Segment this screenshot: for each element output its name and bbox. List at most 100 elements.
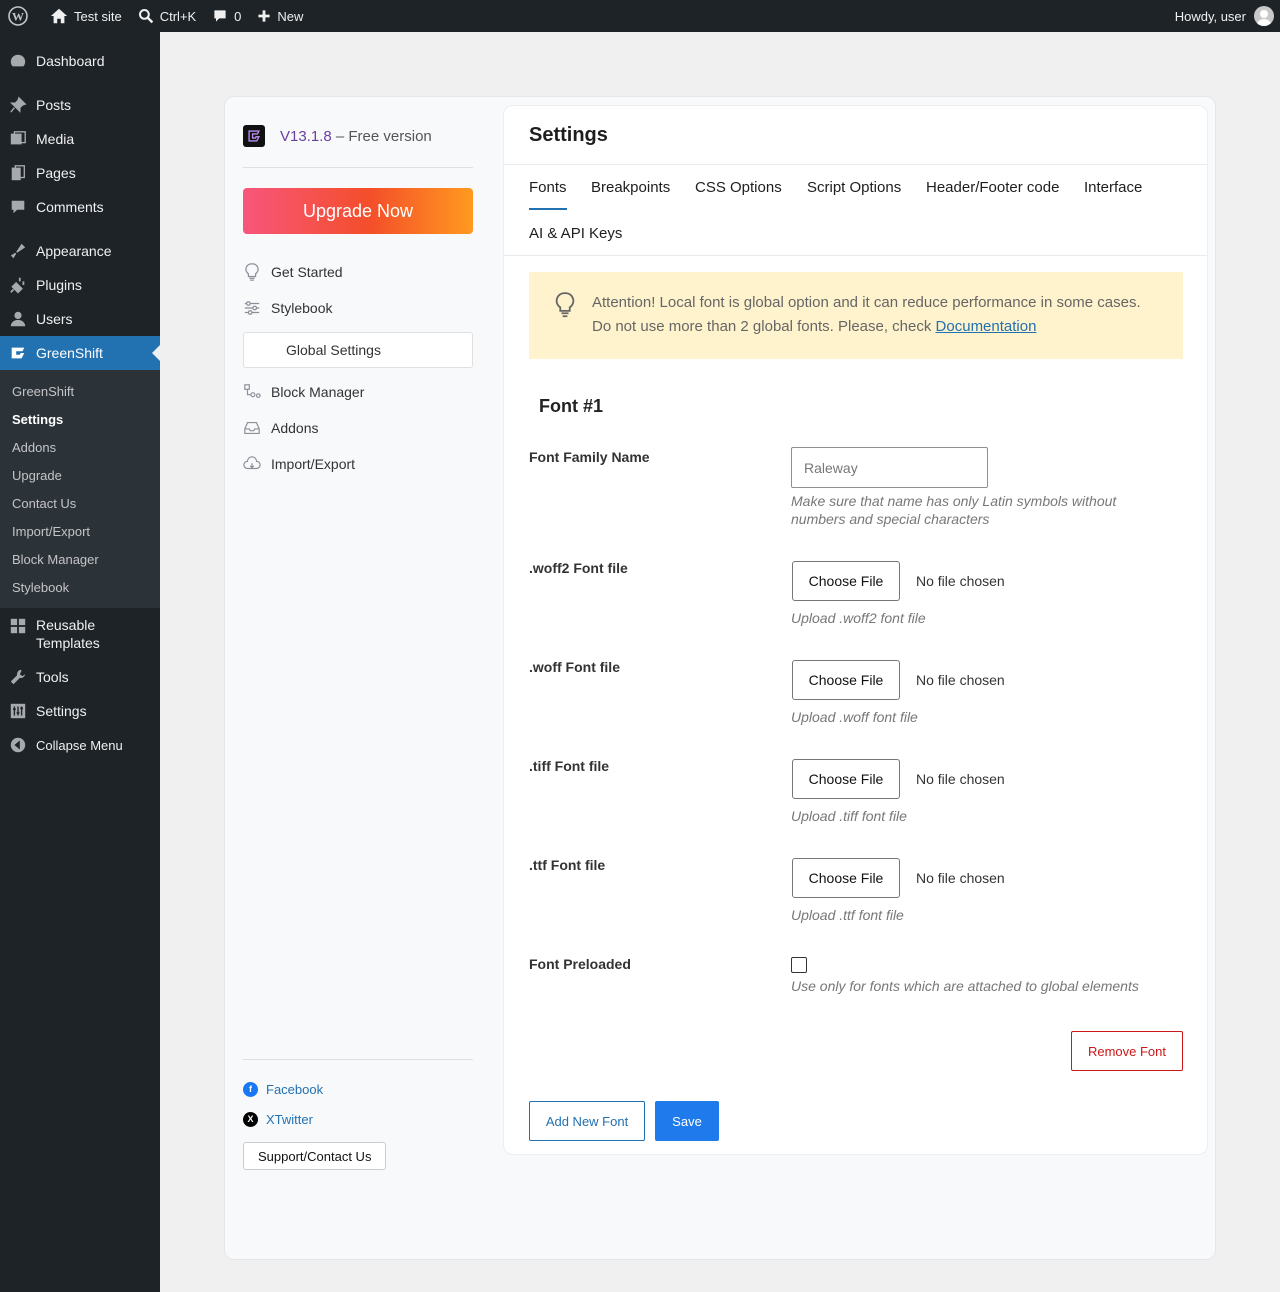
tiff-choose-file-button[interactable]: Choose File	[792, 759, 900, 799]
menu-tools-label: Tools	[36, 669, 69, 685]
submenu-addons[interactable]: Addons	[0, 433, 160, 461]
font-family-hint: Make sure that name has only Latin symbo…	[791, 493, 1117, 527]
tab-css-options[interactable]: CSS Options	[695, 179, 782, 208]
collapse-arrow-icon	[8, 735, 28, 755]
greenshift-sidebar: V13.1.8 – Free version Upgrade Now Get S…	[243, 121, 473, 1170]
tab-script-options[interactable]: Script Options	[807, 179, 901, 208]
sliders-icon	[243, 299, 261, 317]
menu-users-label: Users	[36, 311, 73, 327]
settings-sliders-icon	[8, 701, 28, 721]
twitter-link[interactable]: X XTwitter	[243, 1104, 473, 1134]
wrench-icon	[8, 667, 28, 687]
new-content-link[interactable]: New	[249, 0, 311, 32]
nav-get-started[interactable]: Get Started	[243, 254, 473, 290]
plugin-icon	[8, 275, 28, 295]
nav-global-settings-label: Global Settings	[286, 342, 381, 358]
nav-block-manager[interactable]: Block Manager	[243, 374, 473, 410]
facebook-icon: f	[243, 1081, 258, 1097]
collapse-menu-button[interactable]: Collapse Menu	[0, 728, 160, 762]
page-title: Settings	[504, 106, 1207, 165]
font-family-input[interactable]	[791, 447, 988, 488]
facebook-link[interactable]: f Facebook	[243, 1074, 473, 1104]
menu-comments[interactable]: Comments	[0, 190, 160, 224]
menu-tools[interactable]: Tools	[0, 660, 160, 694]
comments-count: 0	[234, 8, 242, 24]
my-account[interactable]: Howdy, user	[1167, 0, 1280, 32]
media-icon	[8, 129, 28, 149]
tab-ai-api-keys[interactable]: AI & API Keys	[529, 225, 622, 254]
support-contact-button[interactable]: Support/Contact Us	[243, 1142, 387, 1170]
menu-plugins[interactable]: Plugins	[0, 268, 160, 302]
version-info: V13.1.8 – Free version	[243, 121, 473, 151]
search-shortcut[interactable]: Ctrl+K	[130, 0, 204, 32]
tiff-hint: Upload .tiff font file	[791, 808, 907, 824]
search-shortcut-label: Ctrl+K	[159, 8, 197, 24]
submenu-settings[interactable]: Settings	[0, 405, 160, 433]
woff-file-status: No file chosen	[916, 672, 1005, 688]
tab-breakpoints[interactable]: Breakpoints	[591, 179, 670, 208]
greenshift-submenu: GreenShift Settings Addons Upgrade Conta…	[0, 370, 160, 608]
upgrade-now-button[interactable]: Upgrade Now	[243, 188, 473, 234]
submenu-greenshift[interactable]: GreenShift	[0, 377, 160, 405]
main-content: V13.1.8 – Free version Upgrade Now Get S…	[160, 32, 1280, 1292]
font-heading: Font #1	[539, 396, 604, 416]
menu-reusable-templates-label: Reusable Templates	[36, 617, 100, 651]
menu-settings[interactable]: Settings	[0, 694, 160, 728]
woff-choose-file-button[interactable]: Choose File	[792, 660, 900, 700]
menu-pages[interactable]: Pages	[0, 156, 160, 190]
documentation-link[interactable]: Documentation	[936, 318, 1037, 335]
nav-addons[interactable]: Addons	[243, 410, 473, 446]
remove-font-button[interactable]: Remove Font	[1071, 1031, 1183, 1071]
pushpin-icon	[8, 95, 28, 115]
sidebar-footer: f Facebook X XTwitter Support/Contact Us	[243, 1059, 473, 1170]
menu-posts-label: Posts	[36, 97, 72, 113]
ttf-choose-file-button[interactable]: Choose File	[792, 858, 900, 898]
submenu-import-export[interactable]: Import/Export	[0, 517, 160, 545]
woff2-label: .woff2 Font file	[529, 560, 628, 576]
menu-dashboard[interactable]: Dashboard	[0, 44, 160, 78]
nav-global-settings[interactable]: Global Settings	[243, 332, 473, 368]
menu-media[interactable]: Media	[0, 122, 160, 156]
settings-tabs: Fonts Breakpoints CSS Options Script Opt…	[504, 165, 1207, 256]
greeting: Howdy, user	[1174, 8, 1246, 24]
admin-menu: Dashboard Posts Media Pages Comments App…	[0, 32, 160, 1292]
nav-stylebook[interactable]: Stylebook	[243, 290, 473, 326]
menu-greenshift[interactable]: GreenShift	[0, 336, 160, 370]
search-icon	[138, 9, 153, 24]
menu-reusable-templates[interactable]: Reusable Templates	[0, 608, 160, 660]
greenshift-panel: V13.1.8 – Free version Upgrade Now Get S…	[224, 96, 1216, 1260]
menu-users[interactable]: Users	[0, 302, 160, 336]
comment-icon	[214, 10, 226, 22]
tab-header-footer-code[interactable]: Header/Footer code	[926, 179, 1059, 208]
woff2-hint: Upload .woff2 font file	[791, 610, 926, 626]
comments-icon	[8, 197, 28, 217]
wordpress-logo-icon[interactable]: W	[0, 0, 42, 32]
version-suffix: – Free version	[331, 127, 432, 145]
avatar	[1254, 6, 1274, 26]
paintbrush-icon	[8, 241, 28, 261]
add-new-font-button[interactable]: Add New Font	[529, 1101, 645, 1141]
site-name-link[interactable]: Test site	[42, 0, 130, 32]
user-icon	[8, 309, 28, 329]
woff2-choose-file-button[interactable]: Choose File	[792, 561, 900, 601]
nav-import-export[interactable]: Import/Export	[243, 446, 473, 482]
comments-link[interactable]: 0	[204, 0, 249, 32]
menu-appearance[interactable]: Appearance	[0, 234, 160, 268]
font-preloaded-label: Font Preloaded	[529, 956, 631, 972]
submenu-contact-us[interactable]: Contact Us	[0, 489, 160, 517]
submenu-upgrade[interactable]: Upgrade	[0, 461, 160, 489]
tab-interface[interactable]: Interface	[1084, 179, 1142, 208]
save-button[interactable]: Save	[655, 1101, 719, 1141]
submenu-block-manager[interactable]: Block Manager	[0, 545, 160, 573]
woff-hint: Upload .woff font file	[791, 709, 918, 725]
font-preloaded-checkbox[interactable]	[791, 957, 807, 973]
submenu-stylebook[interactable]: Stylebook	[0, 573, 160, 601]
nav-addons-label: Addons	[271, 420, 319, 436]
version-number: V13.1.8	[280, 127, 332, 145]
font-preloaded-hint: Use only for fonts which are attached to…	[791, 978, 1139, 994]
menu-appearance-label: Appearance	[36, 243, 112, 259]
menu-posts[interactable]: Posts	[0, 88, 160, 122]
tab-fonts[interactable]: Fonts	[529, 179, 567, 210]
tiff-label: .tiff Font file	[529, 758, 610, 774]
greenshift-logo-icon	[243, 125, 265, 147]
